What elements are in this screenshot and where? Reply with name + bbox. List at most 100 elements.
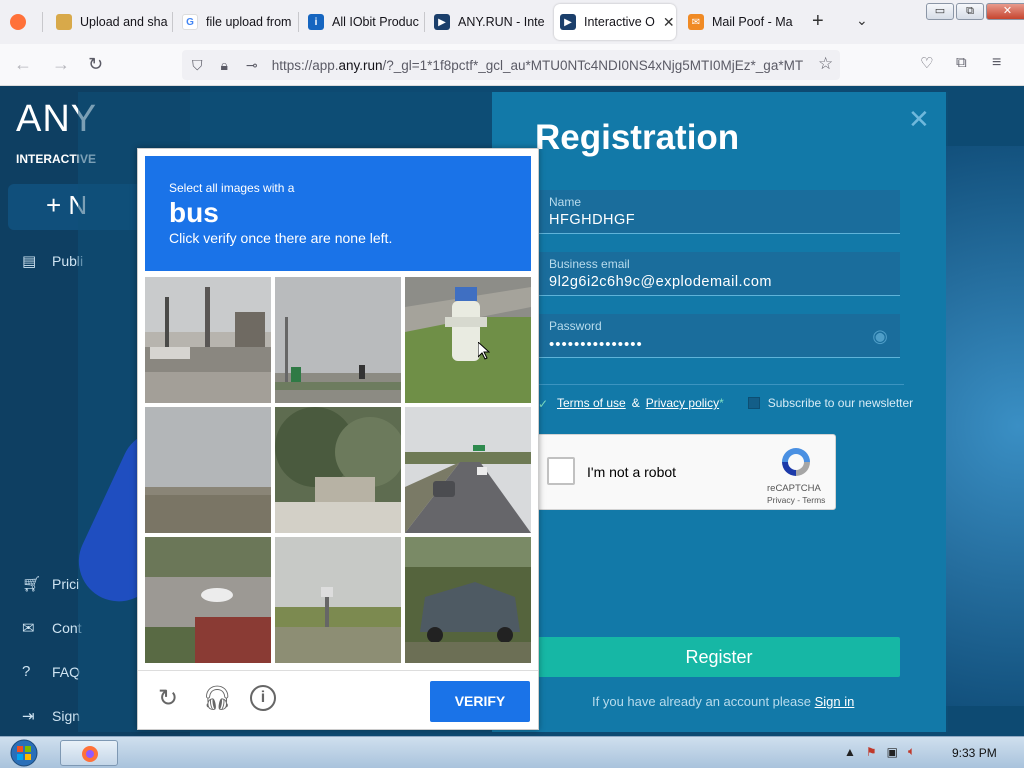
google-icon: G	[182, 14, 198, 30]
file-icon: ▤	[22, 253, 37, 270]
captcha-challenge: Select all images with a bus Click verif…	[137, 148, 539, 730]
minimize-button[interactable]: ▭	[926, 3, 954, 20]
image-tile-cloudy-field[interactable]	[145, 407, 271, 533]
browser-tab-strip: Upload and sha G file upload from i All …	[0, 0, 1024, 44]
reload-icon[interactable]: ↻	[88, 54, 103, 75]
list-tabs-button[interactable]: ⌄	[856, 12, 868, 29]
forward-arrow-icon[interactable]: →	[52, 54, 70, 75]
sidebar-item-label: Sign	[52, 708, 81, 724]
challenge-target: bus	[169, 197, 219, 228]
close-window-button[interactable]: ✕	[986, 3, 1024, 20]
tab-separator	[172, 12, 173, 32]
name-field[interactable]: Name HFGHDHGF	[538, 190, 900, 234]
recaptcha-checkbox[interactable]	[547, 457, 575, 485]
sidebar-item-public[interactable]: ▤ Publi	[22, 252, 83, 270]
registration-panel: Registration ✕ Name HFGHDHGF Business em…	[492, 92, 946, 732]
password-label: Password	[549, 319, 602, 333]
page-title: Registration	[535, 118, 740, 157]
verify-button[interactable]: VERIFY	[430, 681, 530, 722]
checkmark-icon[interactable]: ✓	[538, 397, 551, 411]
back-arrow-icon[interactable]: ←	[14, 54, 32, 75]
tab-file-upload[interactable]: G file upload from	[176, 4, 294, 40]
url-prefix: https://app.	[271, 57, 339, 73]
tab-label: ANY.RUN - Inte	[458, 15, 545, 29]
sidebar-item-contacts[interactable]: ✉ Cont	[22, 619, 82, 637]
sidebar-item-label: Prici	[52, 576, 80, 592]
system-tray: ▲ ⚑ ▣ 🔈︎	[844, 744, 915, 759]
extensions-icon[interactable]: ⧉	[956, 54, 967, 71]
tab-label: Interactive O	[584, 15, 655, 29]
newsletter-label: Subscribe to our newsletter	[767, 396, 914, 410]
tab-upload-and-share[interactable]: Upload and sha	[50, 4, 168, 40]
mouse-cursor-icon	[478, 342, 490, 360]
taskbar-firefox[interactable]	[60, 740, 118, 766]
name-value[interactable]: HFGHDHGF	[549, 212, 635, 228]
close-tab-icon[interactable]: ✕	[663, 14, 675, 31]
anyrun-icon: ▶	[434, 14, 450, 30]
image-tile-parked-car[interactable]	[405, 537, 531, 663]
new-tab-button[interactable]: +	[812, 10, 824, 33]
mail-icon: ✉	[22, 620, 35, 637]
challenge-hint: Click verify once there are none left.	[169, 230, 393, 246]
tab-separator	[424, 12, 425, 32]
tab-mail-poof[interactable]: ✉ Mail Poof - Ma	[682, 4, 800, 40]
action-center-icon[interactable]: ⚑	[866, 745, 877, 759]
challenge-footer: ↻ 🎧︎ i VERIFY	[138, 670, 538, 730]
image-tile-street-with-poles[interactable]	[145, 277, 271, 403]
firefox-icon	[82, 746, 98, 762]
network-icon[interactable]: ▣	[887, 745, 898, 759]
eye-icon[interactable]: ◉	[872, 326, 888, 347]
ampersand: &	[631, 396, 640, 410]
address-bar[interactable]: ⛉ 🔒︎ ⊸ https://app.any.run/?_gl=1*1f8pct…	[182, 50, 840, 80]
reload-challenge-icon[interactable]: ↻	[154, 685, 182, 713]
email-value[interactable]: 9l2g6i2c6h9c@explodemail.com	[549, 274, 772, 290]
recaptcha-label: I'm not a robot	[587, 464, 677, 480]
tab-firefox-view[interactable]	[4, 4, 40, 40]
image-tile-car-on-road[interactable]	[145, 537, 271, 663]
sidebar-item-faq[interactable]: ? FAQ	[22, 663, 80, 680]
folder-icon	[56, 14, 72, 30]
privacy-policy-link[interactable]: Privacy policy	[646, 396, 719, 410]
maximize-button[interactable]: ⧉	[956, 3, 984, 20]
tab-interactive-active[interactable]: ▶ Interactive O ✕	[554, 4, 676, 40]
permissions-icon[interactable]: ⊸	[246, 57, 258, 74]
image-tile-tree-and-wall[interactable]	[275, 407, 401, 533]
audio-challenge-icon[interactable]: 🎧︎	[202, 685, 232, 713]
register-button[interactable]: Register	[538, 637, 900, 677]
tab-label: Mail Poof - Ma	[712, 15, 793, 29]
sign-in-link[interactable]: Sign in	[815, 694, 855, 709]
bookmark-star-icon[interactable]: ☆	[818, 54, 833, 74]
clock[interactable]: 9:33 PM	[952, 746, 997, 760]
signin-row: If you have already an account please Si…	[592, 694, 854, 709]
info-icon[interactable]: i	[250, 685, 276, 711]
password-value[interactable]: •••••••••••••••	[549, 336, 643, 353]
newsletter-checkbox[interactable]	[747, 397, 760, 409]
terms-of-use-link[interactable]: Terms of use	[557, 396, 626, 410]
tab-iobit[interactable]: i All IObit Produc	[302, 4, 420, 40]
sidebar-item-sign[interactable]: ⇥ Sign	[22, 707, 80, 725]
anyrun-icon: ▶	[560, 14, 576, 30]
tab-separator	[42, 12, 43, 32]
url-text: https://app.any.run/?_gl=1*1f8pctf*_gcl_…	[272, 58, 803, 73]
windows-start-icon[interactable]	[6, 738, 42, 768]
email-field[interactable]: Business email 9l2g6i2c6h9c@explodemail.…	[538, 252, 900, 296]
pocket-icon[interactable]: ♡	[920, 54, 933, 72]
image-tile-fire-hydrant[interactable]	[405, 277, 531, 403]
signout-icon: ⇥	[22, 708, 35, 725]
mailpoof-icon: ✉	[688, 14, 704, 30]
recaptcha-links[interactable]: Privacy - Terms	[767, 495, 825, 505]
shield-icon[interactable]: ⛉	[192, 57, 203, 74]
tab-anyrun[interactable]: ▶ ANY.RUN - Inte	[428, 4, 548, 40]
sidebar-item-pricing[interactable]: 🛒︎ Prici	[22, 575, 79, 593]
email-label: Business email	[549, 257, 630, 271]
volume-icon[interactable]: 🔈︎	[908, 744, 915, 759]
menu-icon[interactable]: ≡	[992, 54, 1001, 72]
show-hidden-icons-icon[interactable]: ▲	[844, 745, 856, 759]
close-icon[interactable]: ✕	[908, 104, 930, 135]
password-field[interactable]: Password ••••••••••••••• ◉	[538, 314, 900, 358]
image-tile-field-with-sign[interactable]	[275, 537, 401, 663]
lock-icon[interactable]: 🔒︎	[221, 57, 228, 74]
sidebar-item-label: FAQ	[52, 663, 81, 680]
image-tile-highway-signs[interactable]	[275, 277, 401, 403]
image-tile-highway-cars[interactable]	[405, 407, 531, 533]
